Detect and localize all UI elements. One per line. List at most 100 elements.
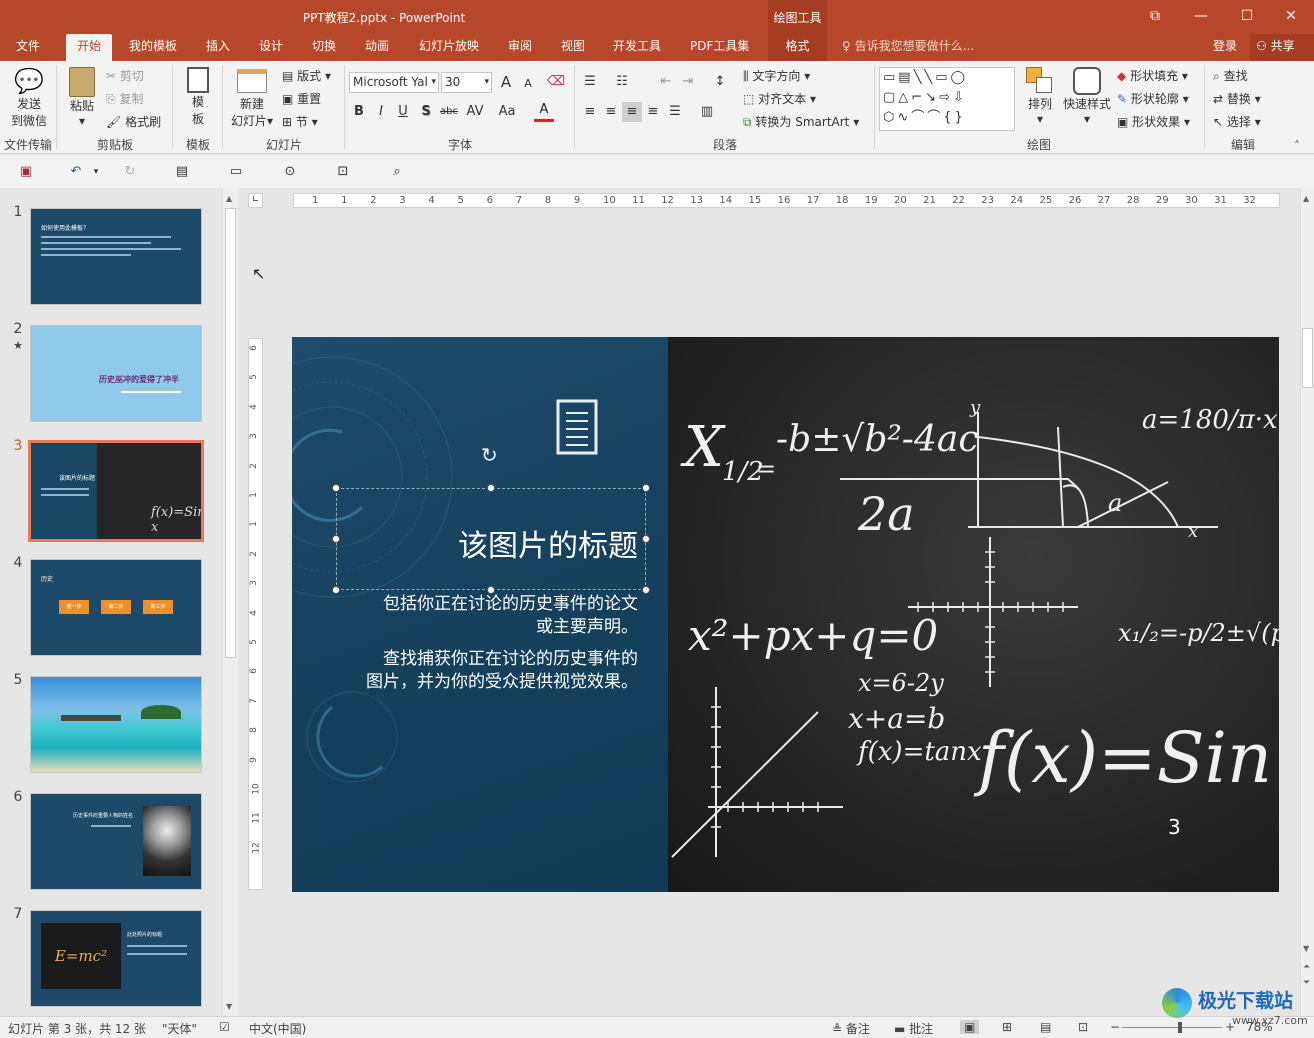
slide-thumbnail-1[interactable]: 如何使用此模板？ [30, 208, 202, 305]
presentation-icon[interactable]: ⊡ [333, 162, 353, 182]
resize-handle[interactable] [487, 484, 495, 492]
slide-thumbnail-3-selected[interactable]: 该图片的标题 f(x)=Sin x [28, 440, 204, 542]
increase-indent-icon[interactable]: ⇥ [678, 72, 698, 92]
columns-icon[interactable]: ▥ [697, 102, 717, 122]
change-case-button[interactable]: Aa [494, 102, 520, 122]
resize-handle[interactable] [642, 484, 650, 492]
resize-handle[interactable] [642, 586, 650, 594]
tab-developer[interactable]: 开发工具 [607, 34, 667, 61]
distributed-icon[interactable]: ☰ [665, 102, 685, 122]
font-size-select[interactable]: 30 ▾ [441, 72, 492, 93]
resize-handle[interactable] [332, 484, 340, 492]
character-spacing-button[interactable]: AV [462, 102, 488, 122]
shape-outline-button[interactable]: ✎ 形状轮廓 ▾ [1117, 90, 1189, 107]
strikethrough-button[interactable]: abc [438, 102, 460, 122]
from-beginning-icon[interactable]: ▤ [172, 162, 192, 182]
align-right-icon[interactable]: ≡ [622, 102, 642, 122]
collapse-ribbon-icon[interactable]: ˄ [1294, 139, 1300, 153]
tab-file[interactable]: 文件 [10, 34, 46, 61]
shadow-button[interactable]: S [416, 102, 436, 122]
numbering-icon[interactable]: ☷ [612, 72, 632, 92]
slide-canvas[interactable]: ↻ 该图片的标题 包括你正在讨论的历史事件的论文 或主要声明。 查找捕获你正在讨… [292, 337, 1279, 892]
align-text-button[interactable]: ⬚ 对齐文本 ▾ [743, 90, 816, 107]
text-box-icon[interactable]: ▭ [226, 162, 246, 182]
comments-button[interactable]: ▬ 批注 [894, 1020, 933, 1037]
text-direction-button[interactable]: ⫼ 文字方向 ▾ [743, 67, 810, 84]
section-button[interactable]: ⊞ 节 ▾ [282, 113, 318, 130]
slide-thumbnail-4[interactable]: 历史 第一步 第二步 第三步 [30, 559, 202, 656]
font-color-button[interactable]: A [534, 102, 554, 122]
chalkboard-picture[interactable]: X 1/2 = -b±√b²-4ac 2a a=180/π·x a x y x²… [668, 337, 1279, 892]
minimize-button[interactable]: — [1178, 0, 1224, 32]
tab-home[interactable]: 开始 [66, 34, 112, 61]
underline-button[interactable]: U [393, 102, 413, 122]
thumbnail-scrollbar[interactable]: ▲ ▼ [222, 188, 238, 1016]
slide-thumbnail-5[interactable] [30, 676, 202, 773]
resize-handle[interactable] [642, 535, 650, 543]
save-icon[interactable]: ▣ [16, 162, 36, 182]
tab-design[interactable]: 设计 [253, 34, 289, 61]
decrease-indent-icon[interactable]: ⇤ [656, 72, 676, 92]
slide-thumbnail-7[interactable]: E=mc² 此处照片的标题 [30, 910, 202, 1007]
font-name-select[interactable]: Microsoft Yal ▾ [349, 72, 439, 93]
rotate-handle-icon[interactable]: ↻ [481, 443, 498, 467]
bullets-icon[interactable]: ☰ [580, 72, 600, 92]
scroll-up-icon[interactable]: ▲ [226, 194, 232, 203]
share-button[interactable]: ⚇ 共享 [1250, 34, 1314, 61]
convert-smartart-button[interactable]: ⧉ 转换为 SmartArt ▾ [743, 113, 859, 130]
paste-button[interactable]: 粘贴 ▾ [62, 67, 102, 128]
quick-styles-button[interactable]: 快速样式 ▾ [1061, 67, 1113, 126]
justify-icon[interactable]: ≡ [643, 102, 663, 122]
previous-slide-icon[interactable]: ⏶ [1303, 962, 1310, 972]
language-status[interactable]: 中文(中国) [249, 1020, 306, 1037]
template-button[interactable]: 模 板 [180, 67, 216, 127]
tab-animations[interactable]: 动画 [359, 34, 395, 61]
tab-transitions[interactable]: 切换 [306, 34, 342, 61]
scroll-down-icon[interactable]: ▼ [226, 1002, 232, 1011]
tab-pdf-tools[interactable]: PDF工具集 [684, 34, 755, 61]
layout-button[interactable]: ▤ 版式 ▾ [282, 67, 331, 84]
undo-icon[interactable]: ↶ [66, 162, 86, 182]
new-slide-button[interactable]: 新建 幻灯片▾ [228, 67, 276, 129]
zoom-out-icon[interactable]: − [1110, 1020, 1120, 1034]
redo-icon[interactable]: ↻ [120, 162, 140, 182]
slide-sorter-icon[interactable]: ⊞ [1002, 1020, 1012, 1034]
tab-format[interactable]: 格式 [768, 34, 827, 61]
maximize-button[interactable]: ☐ [1224, 0, 1270, 32]
print-preview-icon[interactable]: ⌕ [387, 162, 407, 182]
find-button[interactable]: ⌕ 查找 [1213, 67, 1248, 84]
align-left-icon[interactable]: ≡ [580, 102, 600, 122]
clear-formatting-icon[interactable]: ⌫ [546, 72, 566, 92]
undo-dropdown-icon[interactable]: ▾ [86, 162, 106, 182]
tab-review[interactable]: 审阅 [502, 34, 538, 61]
shape-fill-button[interactable]: ◆ 形状填充 ▾ [1117, 67, 1188, 84]
scroll-up-icon[interactable]: ▲ [1303, 194, 1309, 203]
scrollbar-thumb[interactable] [1302, 328, 1313, 388]
reading-view-icon[interactable]: ▤ [1040, 1020, 1051, 1034]
slide-thumbnail-2[interactable]: 历史巫冲的爱得了冲半 [30, 325, 202, 422]
shapes-gallery[interactable]: ▭▤╲╲▭◯ ▢△⌐↘⇨⇩ ⬡∿⌒⌒{} [879, 67, 1015, 131]
presenter-icon[interactable]: ⊙ [280, 162, 300, 182]
tab-view[interactable]: 视图 [555, 34, 591, 61]
cut-button[interactable]: ✂ 剪切 [106, 67, 144, 84]
spell-check-icon[interactable]: ☑ [219, 1020, 230, 1034]
line-spacing-icon[interactable]: ↕ [710, 72, 730, 92]
scroll-down-icon[interactable]: ▼ [1303, 944, 1309, 953]
tell-me-search[interactable]: ♀ 告诉我您想要做什么... [842, 34, 974, 61]
bold-button[interactable]: B [349, 102, 369, 122]
tab-stop-selector[interactable]: ∟ [248, 193, 263, 208]
arrange-button[interactable]: 排列 ▾ [1022, 67, 1058, 126]
align-center-icon[interactable]: ≡ [601, 102, 621, 122]
tab-slideshow[interactable]: 幻灯片放映 [413, 34, 485, 61]
tab-my-templates[interactable]: 我的模板 [123, 34, 183, 61]
slideshow-view-icon[interactable]: ⊡ [1078, 1020, 1088, 1034]
ribbon-display-options-button[interactable]: ⧉ [1132, 0, 1178, 32]
copy-button[interactable]: ⎘ 复制 [106, 90, 143, 107]
grow-font-button[interactable]: A [496, 72, 516, 92]
slide-thumbnail-6[interactable]: 历史事件的重要人物的姓名 [30, 793, 202, 890]
login-link[interactable]: 登录 [1207, 34, 1243, 61]
notes-button[interactable]: ≜ 备注 [832, 1020, 870, 1037]
shrink-font-button[interactable]: A [518, 74, 538, 94]
close-button[interactable]: ✕ [1268, 0, 1314, 32]
shape-effects-button[interactable]: ▣ 形状效果 ▾ [1117, 113, 1190, 130]
